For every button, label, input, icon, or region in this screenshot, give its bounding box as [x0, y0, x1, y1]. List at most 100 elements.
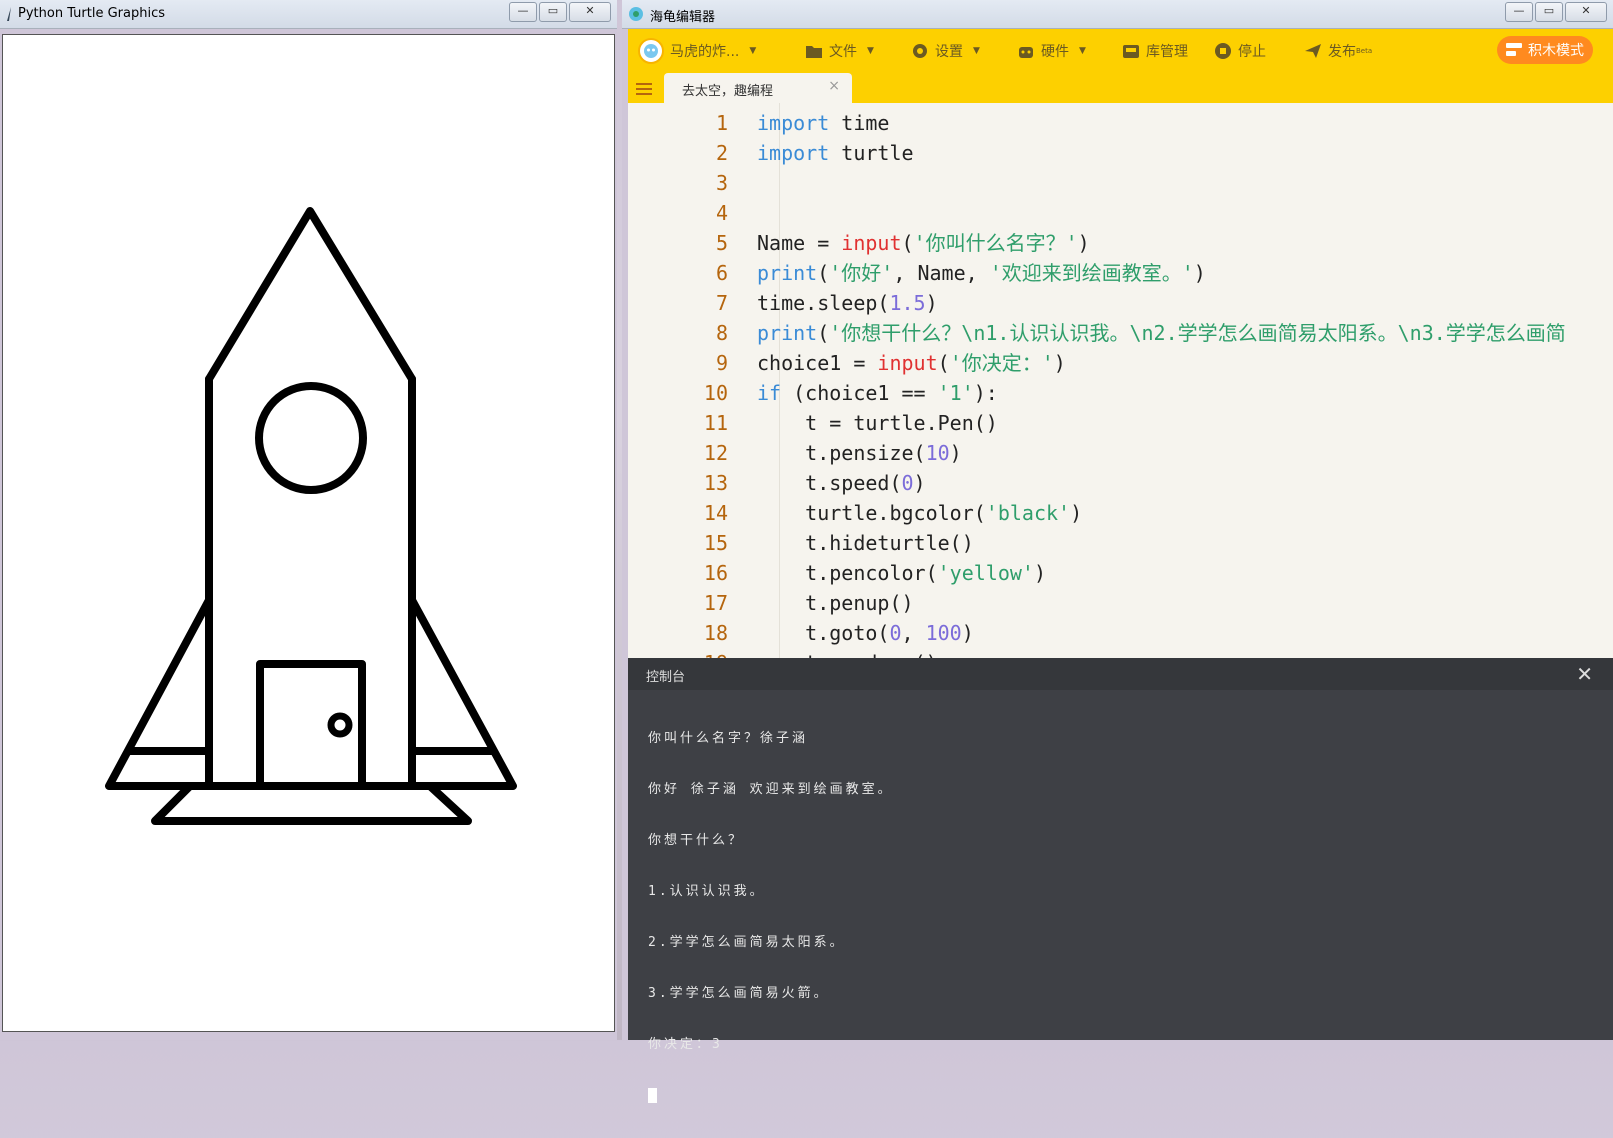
code-token: '欢迎来到绘画教室。': [989, 261, 1194, 285]
editor-titlebar[interactable]: 海龟编辑器 — ▭ ✕: [622, 0, 1613, 29]
settings-menu-label: 设置: [935, 44, 963, 60]
code-editor[interactable]: 1 import time 2 import turtle 3 4 5 Name = inpu…: [628, 103, 1613, 658]
code-text: time.sleep(1.5): [757, 288, 938, 318]
code-token: print: [757, 321, 818, 345]
editor-window: 海龟编辑器 — ▭ ✕ 马虎的炸... ▼ 文件 ▼ 设置 ▼ 硬件 ▼ 库管理…: [622, 0, 1613, 1103]
menu-icon[interactable]: [634, 79, 660, 105]
code-text: t.pencolor('yellow'): [757, 558, 1046, 588]
code-line[interactable]: 7 time.sleep(1.5): [628, 288, 1613, 318]
console-output[interactable]: 你叫什么名字？徐子涵 你好 徐子涵 欢迎来到绘画教室。 你想干什么？ 1.认识认…: [648, 696, 894, 1138]
code-token: print: [757, 261, 818, 285]
code-line[interactable]: 12 t.pensize(10): [628, 438, 1613, 468]
user-menu[interactable]: 马虎的炸... ▼: [638, 35, 756, 67]
hardware-menu-label: 硬件: [1041, 44, 1069, 60]
stop-icon: [1215, 43, 1231, 59]
code-token: (: [937, 351, 950, 375]
code-line[interactable]: 10 if (choice1 == '1'):: [628, 378, 1613, 408]
code-token: ): [925, 291, 938, 315]
minimize-button[interactable]: —: [1505, 2, 1533, 22]
code-line[interactable]: 3: [628, 168, 1613, 198]
console-input-line[interactable]: [648, 1087, 894, 1104]
code-line[interactable]: 16 t.pencolor('yellow'): [628, 558, 1613, 588]
rocket-nose: [205, 207, 416, 383]
line-number: 2: [715, 141, 728, 165]
console-line: 你想干什么？: [648, 833, 745, 848]
code-line[interactable]: 5 Name = input('你叫什么名字？'): [628, 228, 1613, 258]
minimize-button[interactable]: —: [509, 2, 537, 22]
code-token: , Name,: [893, 261, 990, 285]
tab-file[interactable]: 去太空，趣编程 ×: [664, 73, 852, 103]
line-number: 11: [703, 411, 728, 435]
settings-menu[interactable]: 设置 ▼: [911, 39, 980, 63]
close-button[interactable]: ✕: [569, 2, 611, 22]
beta-badge: Beta: [1356, 47, 1373, 55]
console-header: 控制台 ✕: [628, 658, 1613, 690]
code-token: 'yellow': [937, 561, 1034, 585]
turtle-titlebar[interactable]: Python Turtle Graphics — ▭ ✕: [0, 0, 617, 29]
code-line[interactable]: 13 t.speed(0): [628, 468, 1613, 498]
code-token: '你决定：': [949, 351, 1054, 375]
code-text: if (choice1 == '1'):: [757, 378, 998, 408]
code-line[interactable]: 1 import time: [628, 108, 1613, 138]
console-title: 控制台: [646, 670, 686, 685]
tab-bar: 去太空，趣编程 ×: [628, 73, 1613, 103]
code-line[interactable]: 19 t.pendown(): [628, 648, 1613, 658]
turtle-window-title: Python Turtle Graphics: [18, 6, 165, 21]
code-line[interactable]: 17 t.penup(): [628, 588, 1613, 618]
code-text: t.pendown(): [757, 648, 937, 658]
line-number: 5: [715, 231, 728, 255]
line-number: 7: [715, 291, 728, 315]
code-line[interactable]: 14 turtle.bgcolor('black'): [628, 498, 1613, 528]
code-token: ): [1077, 231, 1090, 255]
maximize-button[interactable]: ▭: [1535, 2, 1563, 22]
code-line[interactable]: 18 t.goto(0, 100): [628, 618, 1613, 648]
line-number: 14: [703, 501, 728, 525]
line-number: 15: [703, 531, 728, 555]
blocks-icon: [1506, 43, 1522, 56]
publish-button[interactable]: 发布 Beta: [1304, 39, 1372, 63]
tab-label: 去太空，趣编程: [682, 84, 774, 99]
code-line[interactable]: 9 choice1 = input('你决定：'): [628, 348, 1613, 378]
code-token: t.goto(: [757, 621, 890, 645]
code-text: t.hideturtle(): [757, 528, 974, 558]
file-menu[interactable]: 文件 ▼: [805, 39, 874, 63]
rocket-left-fin: [105, 596, 213, 790]
code-text: t = turtle.Pen(): [757, 408, 998, 438]
code-line[interactable]: 6 print('你好', Name, '欢迎来到绘画教室。'): [628, 258, 1613, 288]
turtle-canvas[interactable]: [2, 34, 615, 1032]
feather-icon: [7, 7, 11, 21]
code-token: 100: [925, 621, 962, 645]
rocket-body: [205, 375, 416, 790]
code-token: import: [757, 141, 830, 165]
code-token: t.speed(: [757, 471, 902, 495]
code-token: t.hideturtle(): [757, 531, 974, 555]
chevron-down-icon: ▼: [973, 46, 980, 56]
code-token: '你想干什么？\n1.认识认识我。\n2.学学怎么画简易太阳系。\n3.学学怎么…: [829, 321, 1566, 345]
user-avatar-icon: [644, 44, 658, 58]
hardware-menu[interactable]: 硬件 ▼: [1017, 39, 1086, 63]
code-text: print('你想干什么？\n1.认识认识我。\n2.学学怎么画简易太阳系。\n…: [757, 318, 1566, 348]
stop-button[interactable]: 停止: [1214, 39, 1266, 63]
console-close-icon[interactable]: ✕: [1576, 662, 1593, 686]
console-line: 3.学学怎么画简易火箭。: [648, 986, 830, 1001]
library-button[interactable]: 库管理: [1122, 39, 1188, 63]
code-line[interactable]: 11 t = turtle.Pen(): [628, 408, 1613, 438]
code-token: ):: [973, 381, 998, 405]
maximize-button[interactable]: ▭: [539, 2, 567, 22]
code-token: (: [901, 231, 914, 255]
library-label: 库管理: [1146, 44, 1188, 60]
code-token: 0: [901, 471, 914, 495]
code-token: ): [1033, 561, 1046, 585]
code-token: ,: [901, 621, 926, 645]
code-token: time.sleep(: [757, 291, 890, 315]
code-line[interactable]: 15 t.hideturtle(): [628, 528, 1613, 558]
tab-close-icon[interactable]: ×: [828, 78, 840, 94]
main-toolbar: 马虎的炸... ▼ 文件 ▼ 设置 ▼ 硬件 ▼ 库管理 停止 发布 Beta …: [628, 29, 1613, 73]
code-line[interactable]: 8 print('你想干什么？\n1.认识认识我。\n2.学学怎么画简易太阳系。\…: [628, 318, 1613, 348]
block-mode-button[interactable]: 积木模式: [1497, 36, 1593, 64]
close-button[interactable]: ✕: [1565, 2, 1607, 22]
code-line[interactable]: 4: [628, 198, 1613, 228]
gear-icon: [913, 44, 927, 58]
editor-window-title: 海龟编辑器: [650, 10, 716, 25]
code-line[interactable]: 2 import turtle: [628, 138, 1613, 168]
